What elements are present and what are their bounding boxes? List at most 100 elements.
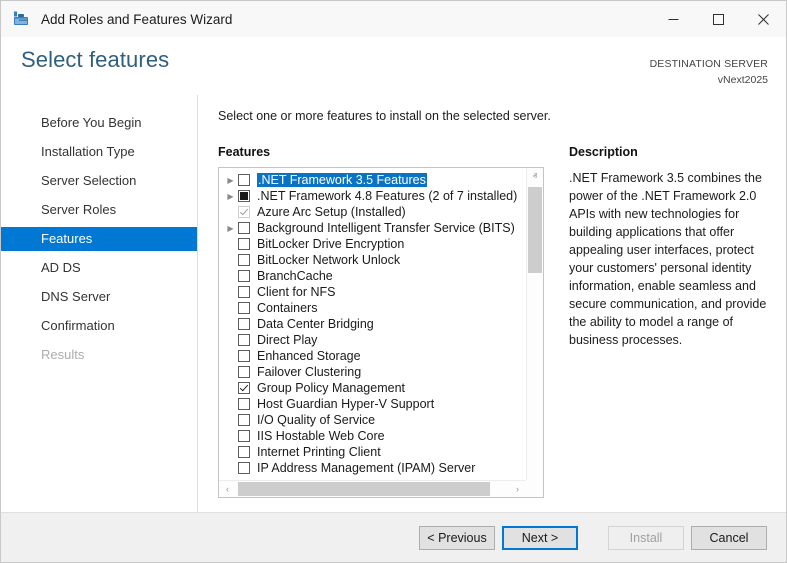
feature-row[interactable]: ▶Failover Clustering bbox=[219, 364, 526, 380]
feature-checkbox[interactable] bbox=[238, 366, 250, 378]
features-section-label: Features bbox=[218, 145, 270, 159]
description-section-label: Description bbox=[569, 145, 638, 159]
horizontal-scroll-thumb[interactable] bbox=[238, 482, 490, 496]
feature-label: Data Center Bridging bbox=[257, 317, 374, 331]
wizard-nav-sidebar: Before You Begin Installation Type Server … bbox=[1, 95, 198, 513]
scroll-up-icon[interactable]: ⱏ bbox=[527, 168, 543, 185]
minimize-button[interactable] bbox=[651, 1, 696, 37]
server-roles-icon bbox=[11, 9, 31, 29]
maximize-button[interactable] bbox=[696, 1, 741, 37]
features-list-viewport: ▶ .NET Framework 3.5 Features ▶ .NET Framew… bbox=[219, 168, 526, 480]
wizard-footer: < Previous Next > Install Cancel bbox=[1, 512, 786, 562]
expander-triangle-icon[interactable]: ▶ bbox=[223, 192, 238, 201]
feature-checkbox[interactable] bbox=[238, 174, 250, 186]
scroll-down-icon[interactable]: ⱟ bbox=[527, 463, 543, 480]
vertical-scroll-thumb[interactable] bbox=[528, 187, 542, 273]
feature-label: BranchCache bbox=[257, 269, 333, 283]
features-list[interactable]: ▶ .NET Framework 3.5 Features ▶ .NET Framew… bbox=[218, 167, 544, 498]
sidebar-item-label: DNS Server bbox=[41, 289, 110, 304]
cancel-button[interactable]: Cancel bbox=[691, 526, 767, 550]
feature-row[interactable]: ▶Data Center Bridging bbox=[219, 316, 526, 332]
feature-row[interactable]: ▶Host Guardian Hyper-V Support bbox=[219, 396, 526, 412]
scroll-right-icon[interactable]: › bbox=[509, 481, 526, 497]
sidebar-item-ad-ds[interactable]: AD DS bbox=[1, 256, 197, 280]
sidebar-item-server-roles[interactable]: Server Roles bbox=[1, 198, 197, 222]
feature-row[interactable]: ▶I/O Quality of Service bbox=[219, 412, 526, 428]
sidebar-item-label: Confirmation bbox=[41, 318, 115, 333]
close-button[interactable] bbox=[741, 1, 786, 37]
description-text: .NET Framework 3.5 combines the power of… bbox=[569, 169, 780, 349]
feature-row[interactable]: ▶BitLocker Network Unlock bbox=[219, 252, 526, 268]
next-button[interactable]: Next > bbox=[502, 526, 578, 550]
vertical-scroll-track[interactable] bbox=[527, 185, 543, 463]
sidebar-item-installation-type[interactable]: Installation Type bbox=[1, 140, 197, 164]
feature-row[interactable]: ▶Enhanced Storage bbox=[219, 348, 526, 364]
feature-row[interactable]: ▶Containers bbox=[219, 300, 526, 316]
install-button: Install bbox=[608, 526, 684, 550]
expander-triangle-icon[interactable]: ▶ bbox=[223, 224, 238, 233]
feature-checkbox[interactable] bbox=[238, 334, 250, 346]
feature-label: .NET Framework 4.8 Features (2 of 7 inst… bbox=[257, 189, 517, 203]
page-title: Select features bbox=[21, 47, 169, 73]
feature-checkbox[interactable] bbox=[238, 238, 250, 250]
feature-label: Group Policy Management bbox=[257, 381, 405, 395]
add-roles-features-wizard-window: Add Roles and Features Wizard Select fea… bbox=[0, 0, 787, 563]
feature-checkbox[interactable] bbox=[238, 462, 250, 474]
window-controls bbox=[651, 1, 786, 37]
feature-checkbox[interactable] bbox=[238, 222, 250, 234]
feature-label: Client for NFS bbox=[257, 285, 336, 299]
destination-server-label: DESTINATION SERVER bbox=[650, 57, 768, 71]
feature-row[interactable]: ▶IIS Hostable Web Core bbox=[219, 428, 526, 444]
feature-checkbox[interactable] bbox=[238, 286, 250, 298]
sidebar-item-before-you-begin[interactable]: Before You Begin bbox=[1, 111, 197, 135]
feature-checkbox[interactable] bbox=[238, 254, 250, 266]
feature-row[interactable]: ▶Group Policy Management bbox=[219, 380, 526, 396]
feature-checkbox[interactable] bbox=[238, 270, 250, 282]
instruction-text: Select one or more features to install o… bbox=[218, 109, 551, 123]
feature-checkbox[interactable] bbox=[238, 350, 250, 362]
destination-server-value: vNext2025 bbox=[650, 73, 768, 87]
feature-label: Failover Clustering bbox=[257, 365, 361, 379]
feature-row[interactable]: ▶IP Address Management (IPAM) Server bbox=[219, 460, 526, 476]
feature-row[interactable]: ▶BitLocker Drive Encryption bbox=[219, 236, 526, 252]
scroll-left-icon[interactable]: ‹ bbox=[219, 481, 236, 497]
feature-row[interactable]: ▶BranchCache bbox=[219, 268, 526, 284]
feature-checkbox[interactable] bbox=[238, 318, 250, 330]
feature-checkbox[interactable] bbox=[238, 430, 250, 442]
sidebar-item-server-selection[interactable]: Server Selection bbox=[1, 169, 197, 193]
feature-label: Azure Arc Setup (Installed) bbox=[257, 205, 406, 219]
scrollbar-corner bbox=[526, 480, 543, 497]
feature-label: .NET Framework 3.5 Features bbox=[257, 173, 427, 187]
feature-row[interactable]: ▶ .NET Framework 4.8 Features (2 of 7 ins… bbox=[219, 188, 526, 204]
feature-row[interactable]: ▶Client for NFS bbox=[219, 284, 526, 300]
feature-checkbox[interactable] bbox=[238, 382, 250, 394]
feature-checkbox[interactable] bbox=[238, 446, 250, 458]
page-header: Select features DESTINATION SERVER vNext… bbox=[1, 37, 786, 95]
feature-label: Direct Play bbox=[257, 333, 317, 347]
feature-checkbox[interactable] bbox=[238, 414, 250, 426]
feature-checkbox bbox=[238, 206, 250, 218]
feature-label: Internet Printing Client bbox=[257, 445, 381, 459]
feature-checkbox[interactable] bbox=[238, 398, 250, 410]
feature-row[interactable]: ▶ .NET Framework 3.5 Features bbox=[219, 172, 526, 188]
feature-label: BitLocker Network Unlock bbox=[257, 253, 400, 267]
expander-triangle-icon[interactable]: ▶ bbox=[223, 176, 238, 185]
sidebar-item-features[interactable]: Features bbox=[1, 227, 197, 251]
window-title: Add Roles and Features Wizard bbox=[41, 12, 232, 27]
feature-row[interactable]: ▶Internet Printing Client bbox=[219, 444, 526, 460]
feature-checkbox[interactable] bbox=[238, 302, 250, 314]
feature-row[interactable]: ▶Azure Arc Setup (Installed) bbox=[219, 204, 526, 220]
previous-button[interactable]: < Previous bbox=[419, 526, 495, 550]
features-horizontal-scrollbar[interactable]: ‹ › bbox=[219, 480, 526, 497]
sidebar-item-confirmation[interactable]: Confirmation bbox=[1, 314, 197, 338]
sidebar-item-results: Results bbox=[1, 343, 197, 367]
feature-row[interactable]: ▶ Background Intelligent Transfer Service… bbox=[219, 220, 526, 236]
feature-label: BitLocker Drive Encryption bbox=[257, 237, 404, 251]
main-content: Select one or more features to install o… bbox=[199, 95, 786, 513]
sidebar-item-dns-server[interactable]: DNS Server bbox=[1, 285, 197, 309]
feature-checkbox[interactable] bbox=[238, 190, 250, 202]
features-vertical-scrollbar[interactable]: ⱏ ⱟ bbox=[526, 168, 543, 480]
sidebar-item-label: Server Roles bbox=[41, 202, 116, 217]
sidebar-item-label: Installation Type bbox=[41, 144, 135, 159]
feature-row[interactable]: ▶Direct Play bbox=[219, 332, 526, 348]
